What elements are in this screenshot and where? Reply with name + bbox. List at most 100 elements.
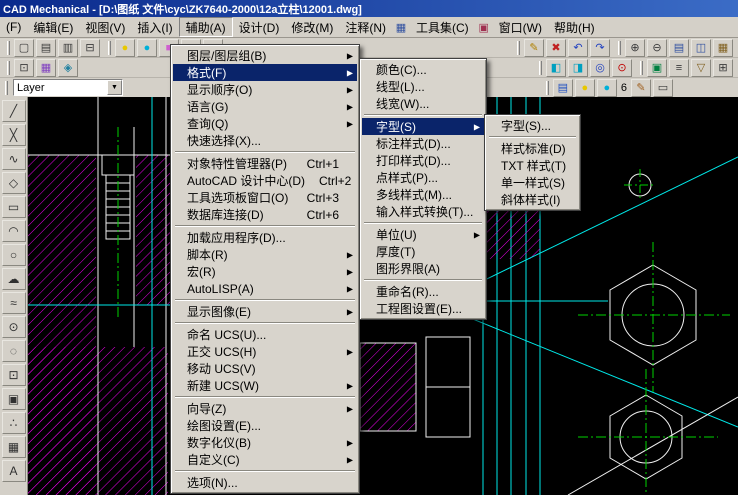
menu-item[interactable]: 移动 UCS(V) — [173, 360, 357, 377]
menu-item[interactable]: 宏(R) ▶ — [173, 263, 357, 280]
menu-item[interactable]: 选项(N)... — [173, 474, 357, 491]
menu-item[interactable]: 对象特性管理器(P) Ctrl+1 — [173, 155, 357, 172]
menu-item[interactable]: 输入样式转换(T)... — [362, 203, 484, 220]
menubar-item-modify[interactable]: 修改(M) — [285, 17, 339, 37]
hatch-tool-button[interactable]: ▦ — [713, 38, 733, 57]
menu-item[interactable]: 快速选择(X)... — [173, 132, 357, 149]
menu-item[interactable]: 绘图设置(E)... — [173, 417, 357, 434]
menu-item[interactable]: 图层/图层组(B) ▶ — [173, 47, 357, 64]
menu-item[interactable]: AutoLISP(A) ▶ — [173, 280, 357, 297]
zoom-out-button[interactable]: ⊖ — [647, 38, 667, 57]
layer-box-button[interactable]: ▭ — [653, 78, 673, 97]
triangle-tool-button[interactable]: ▽ — [691, 58, 711, 77]
menu-item[interactable]: AutoCAD 设计中心(D) Ctrl+2 — [173, 172, 357, 189]
redo-button[interactable]: ↷ — [590, 38, 610, 57]
construction-line-button[interactable]: ╳ — [1, 124, 26, 146]
menu-item[interactable]: 图形界限(A) — [362, 260, 484, 277]
layer-stack-button[interactable]: ▤ — [552, 78, 573, 97]
menu-item[interactable]: 厚度(T) — [362, 243, 484, 260]
ellipse-arc-button[interactable]: ◌ — [1, 340, 26, 362]
layer-sheet-button[interactable]: ▤ — [669, 38, 689, 57]
line-button[interactable]: ╱ — [1, 100, 26, 122]
rectangle-button[interactable]: ▭ — [1, 196, 26, 218]
menu-item[interactable]: 点样式(P)... — [362, 169, 484, 186]
insert-block-button[interactable]: ⊡ — [1, 364, 26, 386]
toolbar-grip[interactable] — [640, 60, 643, 75]
box-menu-icon[interactable]: ▣ — [475, 17, 493, 37]
hatch-button[interactable]: ▦ — [1, 436, 26, 458]
ellipse-button[interactable]: ⊙ — [1, 316, 26, 338]
menu-item[interactable]: 正交 UCS(H) ▶ — [173, 343, 357, 360]
block-insert-button[interactable]: ⊡ — [14, 58, 34, 77]
center-mark-button[interactable]: ⊙ — [612, 58, 632, 77]
target-button[interactable]: ◎ — [590, 58, 610, 77]
menu-item[interactable]: 单一样式(S) — [487, 174, 578, 191]
revision-cloud-button[interactable]: ☁ — [1, 268, 26, 290]
make-block-button[interactable]: ▣ — [1, 388, 26, 410]
menu-item[interactable]: 格式(F) ▶ — [173, 64, 357, 81]
menu-item[interactable]: 语言(G) ▶ — [173, 98, 357, 115]
menu-item[interactable]: 查询(Q) ▶ — [173, 115, 357, 132]
edit-pencil-button[interactable]: ✎ — [524, 38, 544, 57]
menubar-item-insert[interactable]: 插入(I) — [131, 17, 178, 37]
layer-copy-button[interactable]: ◫ — [691, 38, 711, 57]
menubar-item-help[interactable]: 帮助(H) — [548, 17, 601, 37]
polygon-button[interactable]: ◇ — [1, 172, 26, 194]
block-def-button[interactable]: ▣ — [647, 58, 667, 77]
circle-button[interactable]: ○ — [1, 244, 26, 266]
menu-item[interactable]: 显示顺序(O) ▶ — [173, 81, 357, 98]
toolbar-grip[interactable] — [517, 40, 520, 55]
lamp-freeze-button[interactable]: ● — [137, 38, 157, 57]
title-bar[interactable]: CAD Mechanical - [D:\图纸 文件\cyc\ZK7640-20… — [0, 0, 738, 17]
menu-item[interactable]: 字型(S) ▶ — [362, 118, 484, 135]
layer-combo[interactable]: Layer ▼ — [13, 79, 123, 96]
toolbar-grip[interactable] — [539, 60, 542, 75]
grid-menu-icon[interactable]: ▦ — [392, 17, 410, 37]
point-button[interactable]: ∴ — [1, 412, 26, 434]
toolbar-grip[interactable] — [545, 80, 549, 95]
menu-item[interactable]: 自定义(C) ▶ — [173, 451, 357, 468]
menu-item[interactable]: 新建 UCS(W) ▶ — [173, 377, 357, 394]
open-button[interactable]: ▤ — [36, 38, 56, 57]
menu-item[interactable]: 线宽(W)... — [362, 95, 484, 112]
layer-pencil-button[interactable]: ✎ — [631, 78, 651, 97]
toolbar-grip[interactable] — [618, 40, 621, 55]
menu-item[interactable]: 脚本(R) ▶ — [173, 246, 357, 263]
plot-button[interactable]: ⊟ — [80, 38, 100, 57]
view-right-button[interactable]: ◨ — [568, 58, 588, 77]
menu-item[interactable]: 显示图像(E) ▶ — [173, 303, 357, 320]
toolbar-grip[interactable] — [7, 40, 10, 55]
grid-tool-button[interactable]: ⊞ — [713, 58, 733, 77]
menu-item[interactable]: 工具选项板窗口(O) Ctrl+3 — [173, 189, 357, 206]
hatch-edit-button[interactable]: ▦ — [36, 58, 56, 77]
toolbar-grip[interactable] — [7, 60, 10, 75]
menu-item[interactable]: 颜色(C)... — [362, 61, 484, 78]
menu-item[interactable]: 单位(U) ▶ — [362, 226, 484, 243]
menu-item[interactable]: 数字化仪(B) ▶ — [173, 434, 357, 451]
menubar-item-view[interactable]: 视图(V) — [79, 17, 131, 37]
chevron-down-icon[interactable]: ▼ — [107, 80, 122, 95]
menu-item[interactable]: 命名 UCS(U)... — [173, 326, 357, 343]
menu-item[interactable]: 样式标准(D) — [487, 140, 578, 157]
object-snap-button[interactable]: ◈ — [58, 58, 78, 77]
layergroup-lamp-freeze-button[interactable]: ● — [596, 78, 617, 97]
menubar-item-window[interactable]: 窗口(W) — [493, 17, 548, 37]
menu-item[interactable]: 向导(Z) ▶ — [173, 400, 357, 417]
save-button[interactable]: ▥ — [58, 38, 78, 57]
new-button[interactable]: ▢ — [14, 38, 34, 57]
undo-button[interactable]: ↶ — [568, 38, 588, 57]
polyline-button[interactable]: ∿ — [1, 148, 26, 170]
menubar-item-annotate[interactable]: 注释(N) — [339, 17, 392, 37]
menubar-item-design[interactable]: 设计(D) — [233, 17, 286, 37]
view-left-button[interactable]: ◧ — [546, 58, 566, 77]
menu-item[interactable]: 数据库连接(D) Ctrl+6 — [173, 206, 357, 223]
menubar-item-toolset[interactable]: 工具集(C) — [410, 17, 475, 37]
mtext-button[interactable]: A — [1, 460, 26, 482]
arc-button[interactable]: ◠ — [1, 220, 26, 242]
menubar-item-file[interactable]: (F) — [0, 17, 27, 37]
menu-item[interactable]: TXT 样式(T) — [487, 157, 578, 174]
lamp-on-button[interactable]: ● — [115, 38, 135, 57]
list-button[interactable]: ≡ — [669, 58, 689, 77]
toolbar-grip[interactable] — [5, 80, 8, 95]
menu-item[interactable]: 多线样式(M)... — [362, 186, 484, 203]
